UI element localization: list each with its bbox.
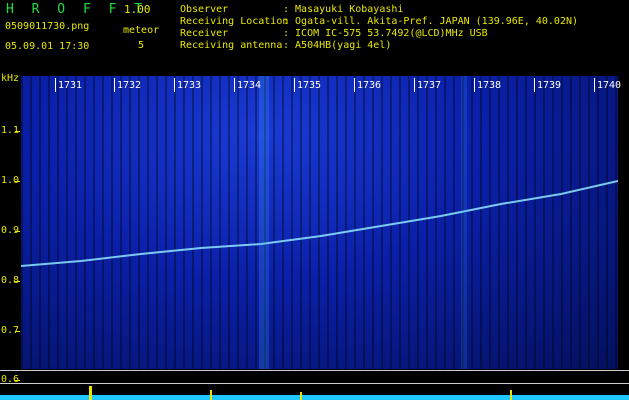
spectrogram-trace <box>21 76 618 369</box>
info-value-location: : Ogata-vill. Akita-Pref. JAPAN (139.96E… <box>283 16 579 27</box>
signal-level-strip <box>0 385 629 400</box>
separator-line <box>0 383 629 384</box>
signal-level-trace <box>0 386 629 400</box>
x-tick-label: 1733 <box>177 80 202 91</box>
meteor-count: 5 <box>138 40 145 51</box>
x-tick-label: 1731 <box>58 80 83 91</box>
y-tick <box>15 131 20 132</box>
meteor-label: meteor <box>123 25 160 36</box>
file-name: 0509011730.png <box>5 21 90 32</box>
y-axis-unit: kHz <box>1 73 20 84</box>
y-tick <box>15 281 20 282</box>
x-tick <box>474 78 475 92</box>
x-tick-label: 1734 <box>237 80 262 91</box>
info-label-observer: Observer <box>180 4 229 15</box>
x-tick-label: 1732 <box>117 80 142 91</box>
date-time: 05.09.01 17:30 <box>5 41 90 52</box>
x-tick-label: 1736 <box>357 80 382 91</box>
x-tick <box>534 78 535 92</box>
x-tick-label: 1740 <box>597 80 622 91</box>
x-tick <box>594 78 595 92</box>
header-panel: H R O F F T 1.00 0509011730.png meteor 5… <box>0 0 629 70</box>
x-tick-label: 1735 <box>297 80 322 91</box>
x-tick <box>354 78 355 92</box>
y-tick <box>15 181 20 182</box>
x-tick <box>414 78 415 92</box>
hroft-window: H R O F F T 1.00 0509011730.png meteor 5… <box>0 0 629 400</box>
x-tick <box>55 78 56 92</box>
x-tick <box>114 78 115 92</box>
app-version: 1.00 <box>124 3 151 16</box>
x-tick-label: 1737 <box>417 80 442 91</box>
x-tick-label: 1739 <box>537 80 562 91</box>
info-value-receiver: : ICOM IC-575 53.7492(@LCD)MHz USB <box>283 28 488 39</box>
spectrogram <box>21 76 618 369</box>
x-tick <box>234 78 235 92</box>
info-value-observer: : Masayuki Kobayashi <box>283 4 404 15</box>
y-tick <box>15 331 20 332</box>
x-tick <box>174 78 175 92</box>
x-tick-label: 1738 <box>477 80 502 91</box>
x-tick <box>294 78 295 92</box>
info-value-antenna: : A504HB(yagi 4el) <box>283 40 392 51</box>
y-tick <box>15 231 20 232</box>
y-axis: kHz 1.1 1.0 0.9 0.8 0.7 0.6 <box>0 73 21 400</box>
info-label-receiver: Receiver <box>180 28 229 39</box>
y-tick <box>15 380 20 381</box>
separator-line <box>0 370 629 371</box>
info-label-antenna: Receiving antenna <box>180 40 283 51</box>
info-label-location: Receiving Location <box>180 16 289 27</box>
